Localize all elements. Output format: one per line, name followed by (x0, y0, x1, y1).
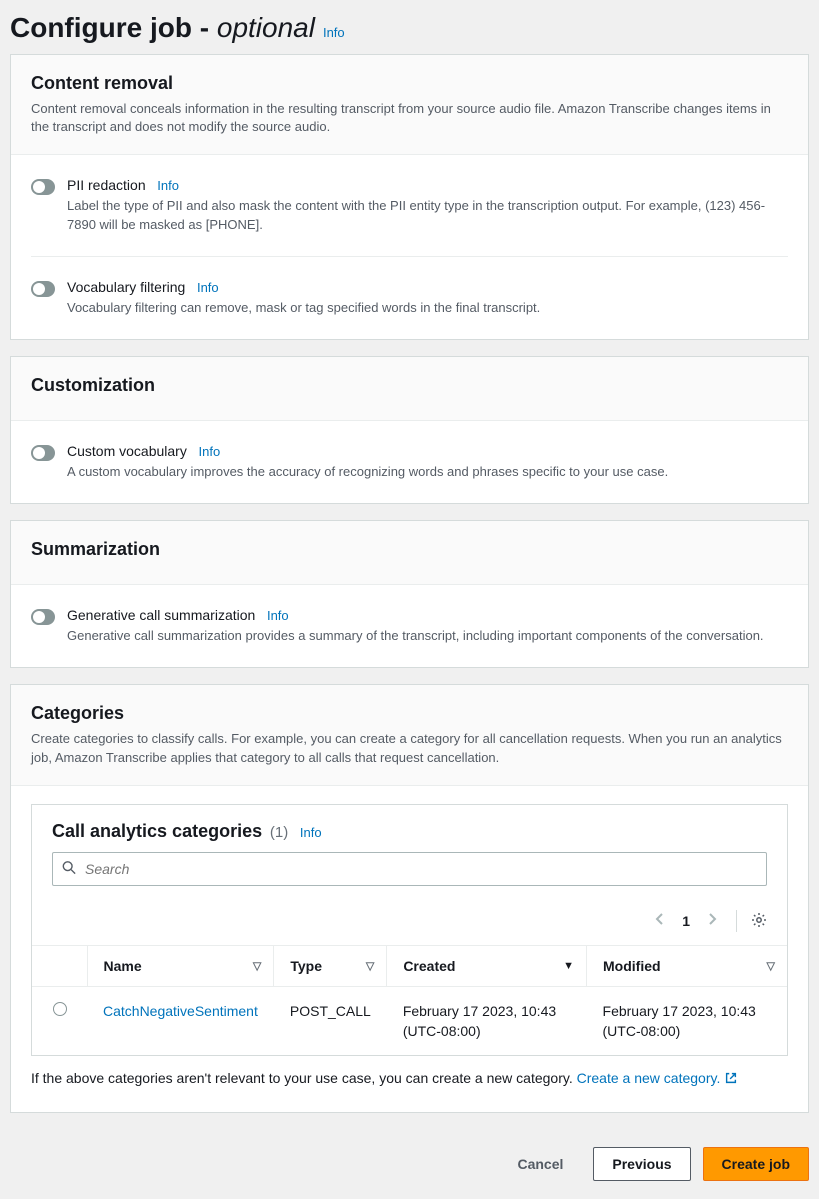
divider (31, 256, 788, 257)
cell-modified: February 17 2023, 10:43 (UTC-08:00) (587, 986, 787, 1055)
call-analytics-title: Call analytics categories (52, 821, 262, 841)
sort-icon: ▽ (253, 959, 261, 972)
vocab-filtering-label: Vocabulary filtering (67, 279, 185, 295)
footer-buttons: Cancel Previous Create job (10, 1129, 809, 1187)
content-removal-title: Content removal (31, 73, 788, 94)
create-job-button[interactable]: Create job (703, 1147, 809, 1181)
categories-desc: Create categories to classify calls. For… (31, 730, 788, 766)
custom-vocab-label: Custom vocabulary (67, 443, 187, 459)
gen-summary-info-link[interactable]: Info (267, 608, 289, 623)
panel-content-removal: Content removal Content removal conceals… (10, 54, 809, 340)
categories-footer: If the above categories aren't relevant … (31, 1070, 788, 1094)
panel-summarization: Summarization Generative call summarizat… (10, 520, 809, 668)
col-name[interactable]: Name▽ (87, 945, 274, 986)
col-modified[interactable]: Modified▽ (587, 945, 787, 986)
sort-icon: ▼ (563, 960, 574, 972)
create-category-link[interactable]: Create a new category. (577, 1070, 721, 1086)
pii-info-link[interactable]: Info (157, 178, 179, 193)
col-select (32, 945, 87, 986)
col-created[interactable]: Created▼ (387, 945, 587, 986)
title-text: Configure job (10, 12, 192, 43)
table-row: CatchNegativeSentiment POST_CALL Februar… (32, 986, 787, 1055)
call-analytics-count: (1) (270, 824, 288, 841)
vocab-filtering-desc: Vocabulary filtering can remove, mask or… (67, 299, 788, 317)
sort-icon: ▽ (767, 959, 775, 972)
category-name-link[interactable]: CatchNegativeSentiment (103, 1003, 258, 1019)
pager-prev-icon[interactable] (650, 908, 668, 935)
customization-title: Customization (31, 375, 788, 396)
row-radio[interactable] (53, 1002, 67, 1016)
vocab-filtering-toggle[interactable] (31, 281, 55, 297)
gear-icon[interactable] (751, 912, 767, 931)
external-link-icon (724, 1071, 738, 1088)
custom-vocab-info-link[interactable]: Info (199, 444, 221, 459)
categories-title: Categories (31, 703, 788, 724)
content-removal-desc: Content removal conceals information in … (31, 100, 788, 136)
panel-categories: Categories Create categories to classify… (10, 684, 809, 1113)
custom-vocab-desc: A custom vocabulary improves the accurac… (67, 463, 788, 481)
gen-summary-desc: Generative call summarization provides a… (67, 627, 788, 645)
previous-button[interactable]: Previous (593, 1147, 690, 1181)
pager-next-icon[interactable] (704, 908, 722, 935)
search-icon (62, 860, 76, 877)
vocab-filter-info-link[interactable]: Info (197, 280, 219, 295)
pii-redaction-label: PII redaction (67, 177, 146, 193)
call-analytics-info-link[interactable]: Info (300, 825, 322, 840)
summarization-title: Summarization (31, 539, 788, 560)
divider (736, 910, 737, 932)
title-optional: optional (217, 12, 315, 43)
call-analytics-table-panel: Call analytics categories (1) Info 1 (31, 804, 788, 1057)
pii-redaction-toggle[interactable] (31, 179, 55, 195)
search-input[interactable] (52, 852, 767, 886)
pii-redaction-desc: Label the type of PII and also mask the … (67, 197, 788, 233)
custom-vocab-toggle[interactable] (31, 445, 55, 461)
cell-created: February 17 2023, 10:43 (UTC-08:00) (387, 986, 587, 1055)
col-type[interactable]: Type▽ (274, 945, 387, 986)
page-title: Configure job - optional Info (10, 12, 809, 44)
panel-customization: Customization Custom vocabulary Info A c… (10, 356, 809, 504)
gen-summary-toggle[interactable] (31, 609, 55, 625)
categories-table: Name▽ Type▽ Created▼ Modified▽ CatchNega… (32, 945, 787, 1056)
pager-page: 1 (682, 913, 690, 929)
cancel-button[interactable]: Cancel (499, 1148, 581, 1180)
cell-type: POST_CALL (274, 986, 387, 1055)
page-info-link[interactable]: Info (323, 25, 345, 40)
sort-icon: ▽ (366, 959, 374, 972)
gen-summary-label: Generative call summarization (67, 607, 255, 623)
